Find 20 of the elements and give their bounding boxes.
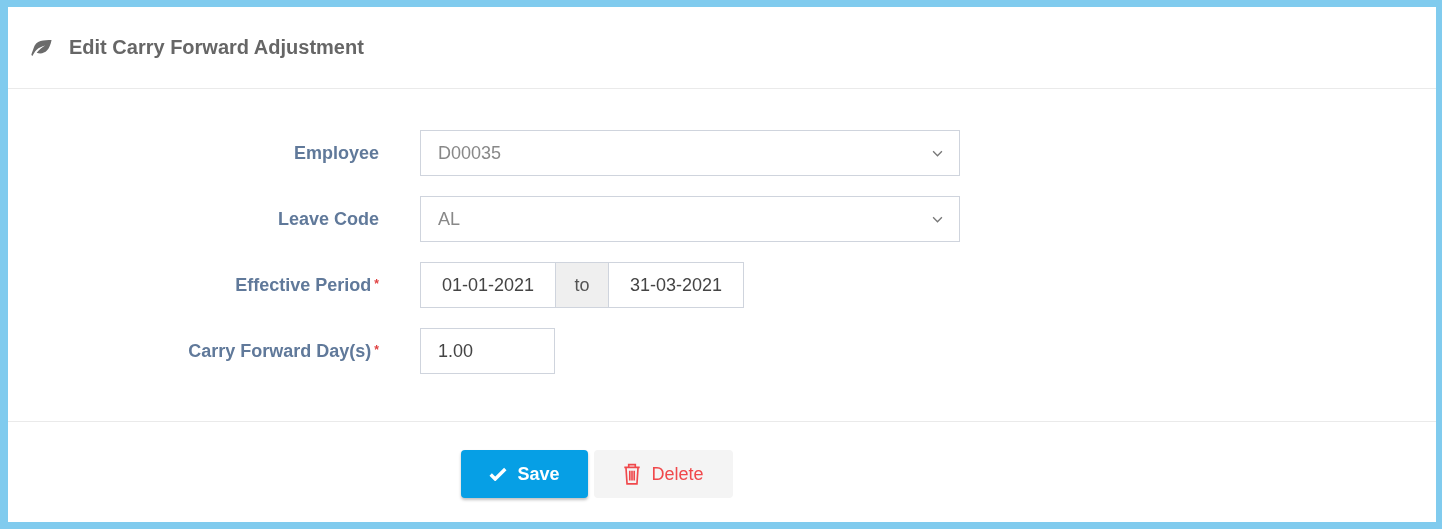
- leaf-icon: [31, 39, 53, 56]
- chevron-down-icon: [932, 149, 943, 157]
- check-icon: [489, 467, 508, 481]
- date-field[interactable]: 01-01-2021: [420, 262, 556, 308]
- delete-button[interactable]: Delete: [594, 450, 733, 498]
- field-label: Effective Period: [235, 274, 372, 296]
- range-separator: to: [556, 262, 608, 308]
- save-button[interactable]: Save: [461, 450, 588, 498]
- field-label: Carry Forward Day(s): [188, 340, 372, 362]
- chevron-down-icon: [932, 215, 943, 223]
- trash-icon: [623, 463, 642, 485]
- date-field[interactable]: 31-03-2021: [608, 262, 744, 308]
- select-field[interactable]: D00035: [420, 130, 960, 176]
- field-label: Employee: [293, 142, 379, 164]
- input-field[interactable]: 1.00: [420, 328, 555, 374]
- panel-title: Edit Carry Forward Adjustment: [69, 36, 364, 59]
- select-field[interactable]: AL: [420, 196, 960, 242]
- field-label: Leave Code: [277, 208, 379, 230]
- required-mark: *: [374, 276, 379, 291]
- required-mark: *: [374, 342, 379, 357]
